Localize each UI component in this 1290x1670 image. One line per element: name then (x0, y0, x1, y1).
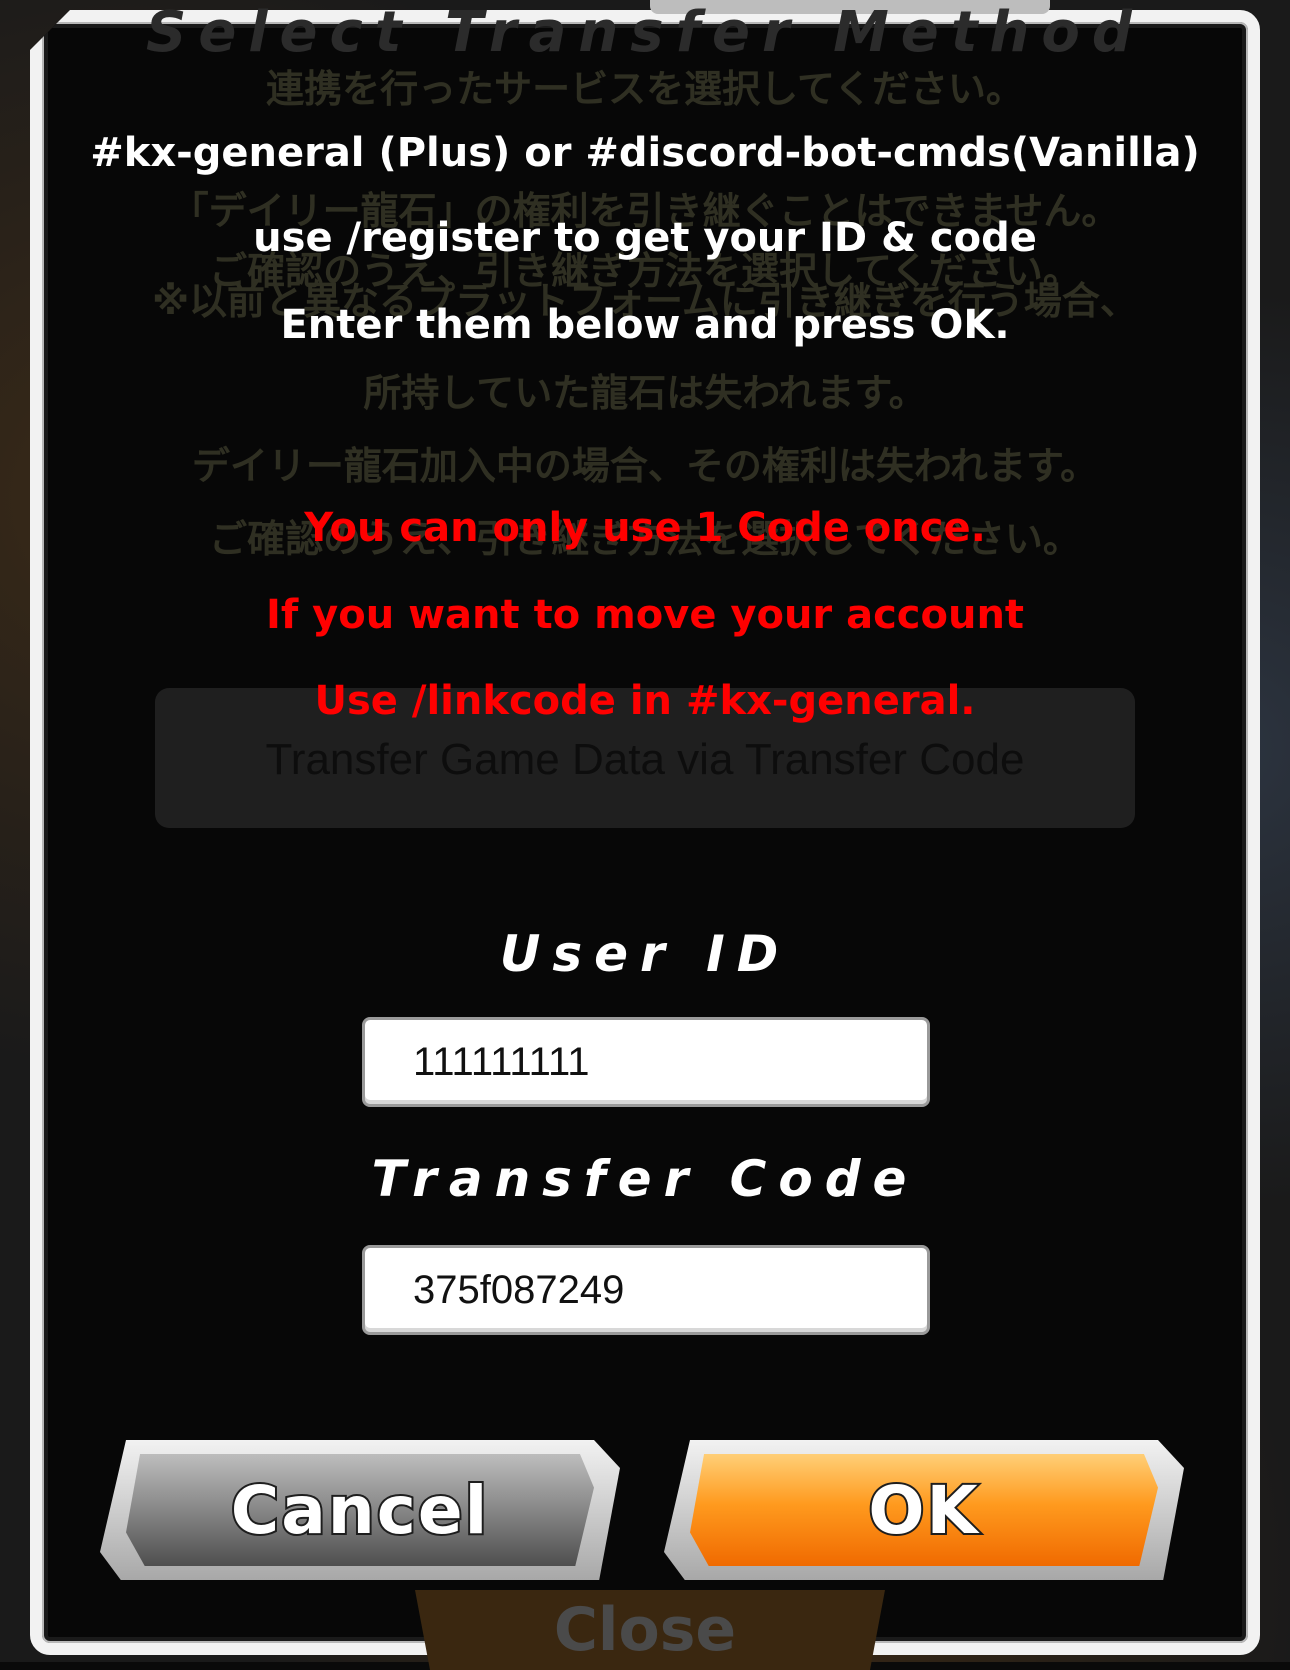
instruction-line-3: Enter them below and press OK. (280, 302, 1010, 348)
background-jp-line: 連携を行ったサービスを選択してください。 (266, 67, 1024, 111)
background-title: Select Transfer Method (146, 0, 1144, 65)
background-close-label: Close (553, 1595, 737, 1665)
background-jp-line: デイリー龍石加入中の場合、その権利は失われます。 (191, 444, 1099, 488)
ok-button-label: OK (866, 1470, 980, 1551)
user-id-input[interactable] (362, 1017, 930, 1107)
warning-line-3: Use /linkcode in #kx-general. (314, 678, 976, 724)
warning-line-2: If you want to move your account (265, 592, 1025, 638)
background-transfer-option-label: Transfer Game Data via Transfer Code (265, 735, 1025, 784)
instruction-line-2: use /register to get your ID & code (253, 215, 1037, 261)
instruction-line-1: #kx-general (Plus) or #discord-bot-cmds(… (90, 130, 1200, 176)
transfer-code-input[interactable] (362, 1245, 930, 1335)
background-jp-line: 所持していた龍石は失われます。 (363, 371, 927, 415)
user-id-label: User ID (499, 925, 791, 983)
cancel-button[interactable]: Cancel (100, 1440, 620, 1580)
transfer-code-label: Transfer Code (371, 1150, 919, 1208)
ok-button[interactable]: OK (664, 1440, 1184, 1580)
cancel-button-label: Cancel (229, 1470, 490, 1551)
warning-line-1: You can only use 1 Code once. (304, 505, 986, 551)
